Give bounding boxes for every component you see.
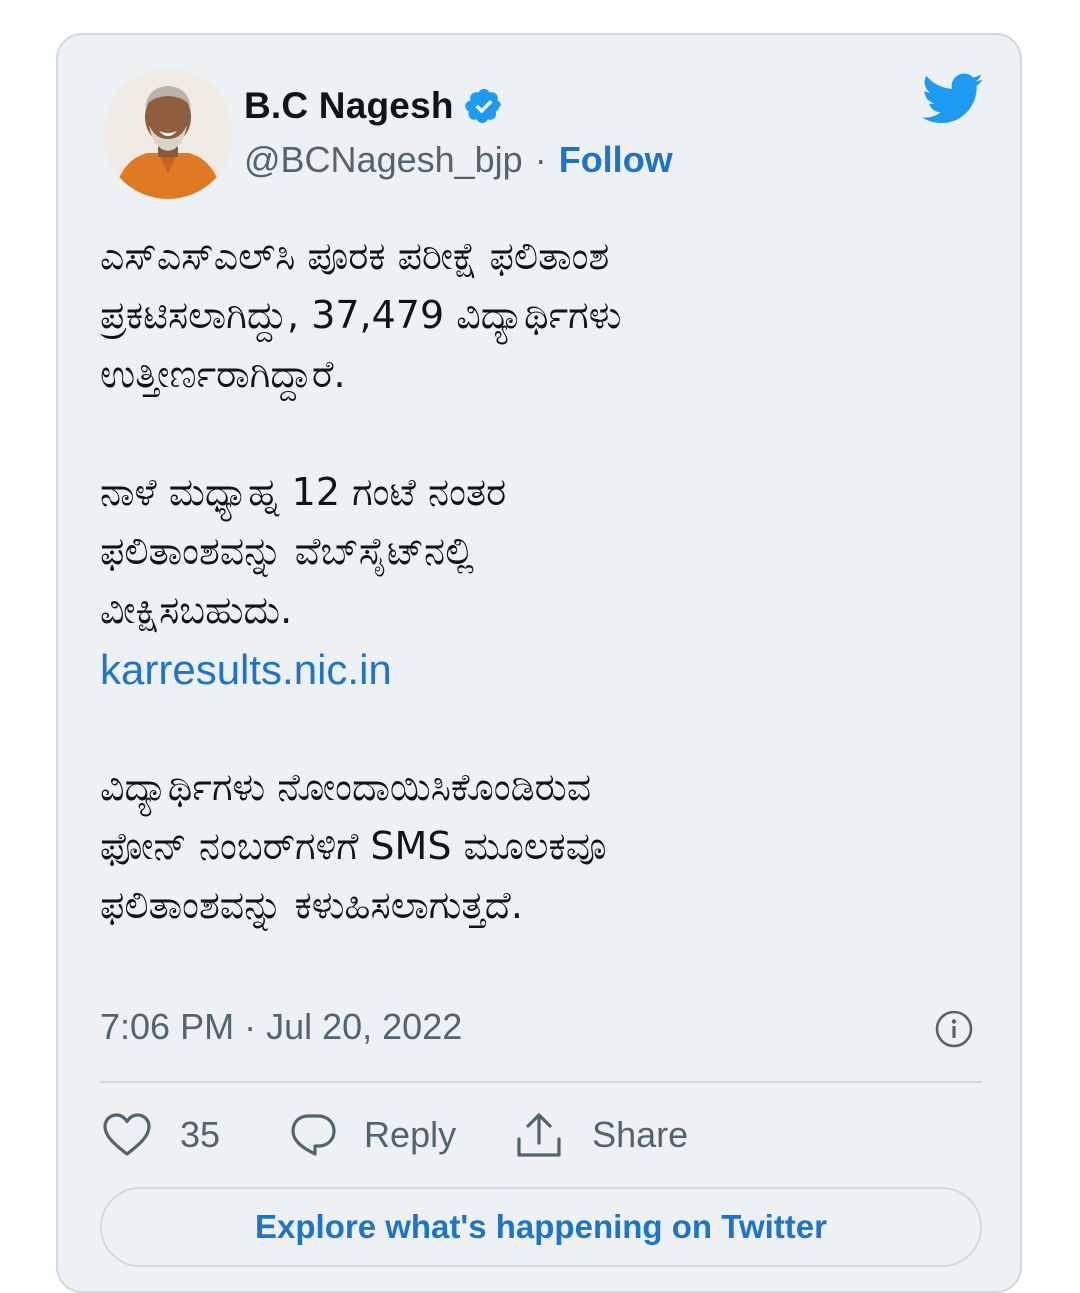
reply-button[interactable]: Reply	[288, 1112, 456, 1158]
author-handle-row: @BCNagesh_bjp · Follow	[244, 137, 673, 183]
tweet-actions: 35 Reply Share	[102, 1107, 688, 1163]
timestamp-separator: ·	[244, 1006, 257, 1047]
info-icon[interactable]	[934, 1009, 974, 1049]
tweet-paragraph-3: ವಿದ್ಯಾರ್ಥಿಗಳು ನೋಂದಾಯಿಸಿಕೊಂಡಿರುವ ಫೋನ್ ನಂಬ…	[100, 765, 607, 927]
tweet-time: 7:06 PM	[100, 1006, 235, 1047]
tweet-link[interactable]: karresults.nic.in	[100, 640, 980, 699]
share-upload-icon	[517, 1113, 561, 1157]
heart-icon	[103, 1113, 151, 1156]
reply-label: Reply	[364, 1114, 457, 1155]
twitter-bird-icon[interactable]	[922, 73, 984, 125]
reply-bubble-icon	[291, 1114, 336, 1156]
share-button[interactable]: Share	[514, 1111, 688, 1159]
like-button[interactable]: 35	[102, 1112, 220, 1158]
explore-twitter-button[interactable]: Explore what's happening on Twitter	[100, 1187, 982, 1267]
follow-button[interactable]: Follow	[559, 139, 673, 181]
author-name-row: B.C Nagesh	[244, 83, 504, 129]
handle-separator: ·	[534, 139, 547, 180]
tweet-date: Jul 20, 2022	[266, 1006, 463, 1047]
tweet-paragraph-1: ಎಸ್‌ಎಸ್‌ಎಲ್‌ಸಿ ಪೂರಕ ಪರೀಕ್ಷೆ ಫಲಿತಾಂಶ ಪ್ರಕ…	[100, 234, 622, 396]
author-display-name[interactable]: B.C Nagesh	[244, 85, 454, 127]
like-count: 35	[180, 1114, 221, 1155]
author-handle[interactable]: @BCNagesh_bjp	[244, 139, 523, 181]
share-label: Share	[592, 1114, 689, 1155]
tweet-card: B.C Nagesh @BCNagesh_bjp · Follow ಎಸ್‌ಎಸ…	[56, 33, 1022, 1293]
tweet-timestamp[interactable]: 7:06 PM · Jul 20, 2022	[100, 1003, 462, 1051]
verified-badge-icon	[464, 88, 501, 124]
avatar[interactable]	[103, 69, 233, 199]
tweet-text: ಎಸ್‌ಎಸ್‌ಎಲ್‌ಸಿ ಪೂರಕ ಪರೀಕ್ಷೆ ಫಲಿತಾಂಶ ಪ್ರಕ…	[100, 227, 980, 935]
divider	[100, 1081, 982, 1083]
tweet-paragraph-2: ನಾಳೆ ಮಧ್ಯಾಹ್ನ 12 ಗಂಟೆ ನಂತರ ಫಲಿತಾಂಶವನ್ನು …	[100, 470, 507, 632]
